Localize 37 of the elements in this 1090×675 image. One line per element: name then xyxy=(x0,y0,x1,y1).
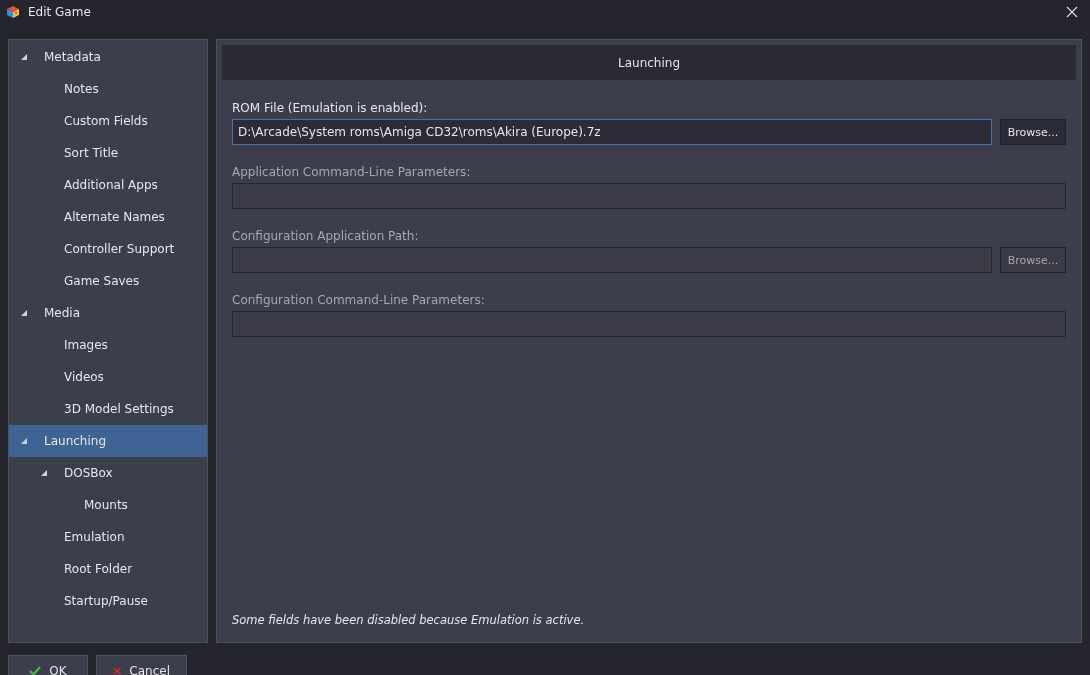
tree-item[interactable]: Custom Fields xyxy=(9,105,207,137)
tree-item[interactable]: Startup/Pause xyxy=(9,585,207,617)
tree-item[interactable]: Sort Title xyxy=(9,137,207,169)
tree-item[interactable]: Additional Apps xyxy=(9,169,207,201)
panel-header: Launching xyxy=(222,45,1076,80)
checkmark-icon xyxy=(29,666,42,675)
cancel-button[interactable]: Cancel xyxy=(96,655,187,675)
field-label: Configuration Command-Line Parameters: xyxy=(232,292,486,309)
tree-item[interactable]: Launching xyxy=(9,425,207,457)
cube-icon xyxy=(6,5,20,19)
tree-item[interactable]: Images xyxy=(9,329,207,361)
tree-item[interactable]: Game Saves xyxy=(9,265,207,297)
browse-button[interactable]: Browse... xyxy=(1000,119,1066,145)
tree-item[interactable]: Metadata xyxy=(9,41,207,73)
text-field[interactable]: D:\Arcade\System roms\Amiga CD32\roms\Akira (Europe).7z xyxy=(232,119,992,145)
tree-item[interactable]: Videos xyxy=(9,361,207,393)
info-note: Some fields have been disabled because Emulation is active. xyxy=(231,613,586,629)
expander-icon[interactable] xyxy=(41,470,47,476)
tree-item[interactable]: Media xyxy=(9,297,207,329)
tree-item[interactable]: Emulation xyxy=(9,521,207,553)
ok-button[interactable]: OK xyxy=(8,655,88,675)
window-title: Edit Game xyxy=(28,5,92,19)
tree-item[interactable]: Alternate Names xyxy=(9,201,207,233)
cross-icon xyxy=(113,666,122,675)
expander-icon[interactable] xyxy=(21,438,27,444)
tree-item[interactable]: 3D Model Settings xyxy=(9,393,207,425)
close-icon[interactable] xyxy=(1066,6,1078,18)
tree-item[interactable]: Notes xyxy=(9,73,207,105)
tree-item[interactable]: Controller Support xyxy=(9,233,207,265)
expander-icon[interactable] xyxy=(21,54,27,60)
field-label: Application Command-Line Parameters: xyxy=(232,164,472,181)
tree-item[interactable]: Mounts xyxy=(9,489,207,521)
field-label: Configuration Application Path: xyxy=(232,228,420,245)
field-label: ROM File (Emulation is enabled): xyxy=(232,100,429,117)
expander-icon[interactable] xyxy=(21,310,27,316)
tree-item[interactable]: Root Folder xyxy=(9,553,207,585)
tree-item[interactable]: DOSBox xyxy=(9,457,207,489)
